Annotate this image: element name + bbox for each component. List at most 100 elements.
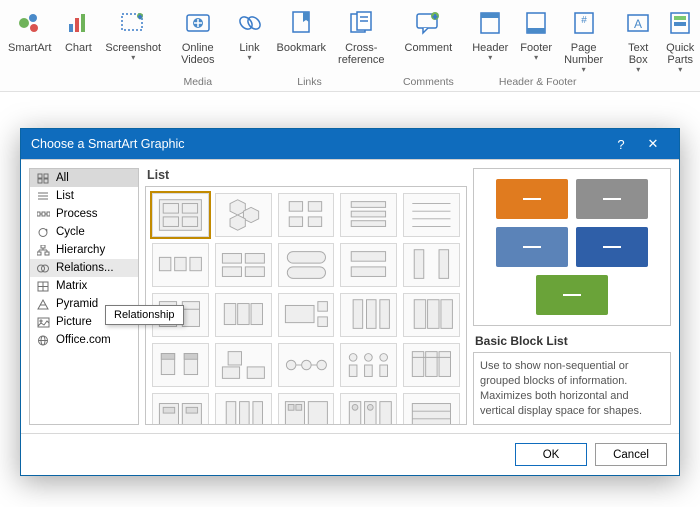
hierarchy-icon — [36, 244, 50, 256]
smartart-thumb[interactable] — [403, 343, 460, 387]
smartart-thumb[interactable] — [278, 293, 335, 337]
ribbon-item-label: Bookmark — [277, 42, 327, 54]
ribbon-comment-button[interactable]: + Comment — [399, 4, 459, 54]
smartart-thumb[interactable] — [152, 193, 209, 237]
smartart-thumb[interactable] — [403, 243, 460, 287]
smartart-thumb[interactable] — [403, 293, 460, 337]
category-label: Pyramid — [56, 298, 98, 310]
ribbon-smartart-button[interactable]: SmartArt — [2, 4, 57, 62]
screenshot-icon: + — [118, 6, 148, 40]
smartart-thumb[interactable] — [215, 343, 272, 387]
smartart-thumb[interactable] — [215, 393, 272, 425]
ok-button[interactable]: OK — [515, 443, 587, 466]
category-label: All — [56, 172, 69, 184]
ribbon-link-button[interactable]: Link ▾ — [229, 4, 271, 66]
svg-text:A: A — [634, 17, 642, 31]
category-label: Matrix — [56, 280, 87, 292]
ribbon-item-label: Quick Parts — [666, 42, 694, 66]
preview-block — [496, 227, 568, 267]
smartart-thumb[interactable] — [278, 243, 335, 287]
category-relationship[interactable]: Relations... — [30, 259, 138, 277]
ribbon-video-button[interactable]: Online Videos — [175, 4, 220, 66]
gallery-grid[interactable] — [145, 186, 467, 425]
smartart-thumb[interactable] — [340, 393, 397, 425]
ribbon-chart-button[interactable]: Chart — [57, 4, 99, 62]
ribbon-header-button[interactable]: Header ▾ — [466, 4, 514, 74]
header-icon — [475, 6, 505, 40]
ribbon-group: Link ▾ Bookmark Cross- reference Links — [229, 4, 391, 91]
process-icon — [36, 208, 50, 220]
preview-block — [496, 179, 568, 219]
smartart-icon — [15, 6, 45, 40]
cancel-button[interactable]: Cancel — [595, 443, 667, 466]
preview-block — [576, 179, 648, 219]
video-icon — [183, 6, 213, 40]
relationship-icon — [36, 262, 50, 274]
ribbon-item-label: SmartArt — [8, 42, 51, 54]
svg-text:+: + — [433, 14, 437, 21]
chevron-down-icon: ▾ — [488, 53, 492, 62]
dialog-body: All List Process Cycle Hierarchy Relations...… — [21, 159, 679, 433]
ribbon-bookmark-button[interactable]: Bookmark — [271, 4, 333, 66]
category-hierarchy[interactable]: Hierarchy — [30, 241, 138, 259]
smartart-thumb[interactable] — [278, 393, 335, 425]
ribbon: SmartArt Chart + Screenshot ▾ Online Vid… — [0, 0, 700, 92]
ribbon-footer-button[interactable]: Footer ▾ — [514, 4, 558, 74]
category-label: Hierarchy — [56, 244, 105, 256]
category-all[interactable]: All — [30, 169, 138, 187]
all-icon — [36, 172, 50, 184]
cycle-icon — [36, 226, 50, 238]
preview-box — [473, 168, 671, 326]
preview-block — [536, 275, 608, 315]
ribbon-item-label: Online Videos — [181, 42, 214, 66]
dialog-titlebar: Choose a SmartArt Graphic ? ✕ — [21, 129, 679, 159]
smartart-thumb[interactable] — [340, 243, 397, 287]
comment-icon: + — [413, 6, 443, 40]
smartart-thumb[interactable] — [340, 343, 397, 387]
ribbon-pagenum-button[interactable]: # Page Number ▾ — [558, 4, 609, 74]
category-matrix[interactable]: Matrix — [30, 277, 138, 295]
office-icon — [36, 334, 50, 346]
category-label: Process — [56, 208, 98, 220]
ribbon-quickparts-button[interactable]: Quick Parts ▾ — [659, 4, 700, 74]
category-office[interactable]: Office.com — [30, 331, 138, 349]
close-button[interactable]: ✕ — [637, 136, 669, 152]
textbox-icon: A — [623, 6, 653, 40]
smartart-thumb[interactable] — [278, 193, 335, 237]
category-cycle[interactable]: Cycle — [30, 223, 138, 241]
smartart-thumb[interactable] — [340, 193, 397, 237]
smartart-thumb[interactable] — [403, 393, 460, 425]
smartart-thumb[interactable] — [403, 193, 460, 237]
smartart-thumb[interactable] — [152, 393, 209, 425]
quickparts-icon — [665, 6, 695, 40]
chevron-down-icon: ▾ — [678, 65, 682, 74]
ribbon-crossref-button[interactable]: Cross- reference — [332, 4, 390, 66]
ribbon-group: SmartArt Chart + Screenshot ▾ — [2, 4, 167, 91]
category-label: Office.com — [56, 334, 111, 346]
ribbon-textbox-button[interactable]: A Text Box ▾ — [617, 4, 659, 74]
smartart-thumb[interactable] — [340, 293, 397, 337]
svg-text:+: + — [138, 15, 142, 21]
smartart-thumb[interactable] — [215, 243, 272, 287]
ribbon-group-label: Comments — [403, 76, 454, 91]
category-list[interactable]: List — [30, 187, 138, 205]
crossref-icon — [346, 6, 376, 40]
pagenum-icon: # — [569, 6, 599, 40]
help-button[interactable]: ? — [605, 137, 637, 152]
list-icon — [36, 190, 50, 202]
category-process[interactable]: Process — [30, 205, 138, 223]
dialog-footer: OK Cancel — [21, 433, 679, 475]
smartart-thumb[interactable] — [215, 193, 272, 237]
picture-icon — [36, 316, 50, 328]
smartart-thumb[interactable] — [278, 343, 335, 387]
matrix-icon — [36, 280, 50, 292]
footer-icon — [521, 6, 551, 40]
smartart-thumb[interactable] — [152, 243, 209, 287]
preview-title: Basic Block List — [475, 334, 669, 348]
ribbon-screenshot-button[interactable]: + Screenshot ▾ — [99, 4, 167, 62]
ribbon-item-label: Cross- reference — [338, 42, 384, 66]
smartart-thumb[interactable] — [215, 293, 272, 337]
ribbon-group-label: Header & Footer — [499, 76, 577, 91]
ribbon-group: Header ▾ Footer ▾# Page Number ▾ Header &… — [466, 4, 609, 91]
smartart-thumb[interactable] — [152, 343, 209, 387]
